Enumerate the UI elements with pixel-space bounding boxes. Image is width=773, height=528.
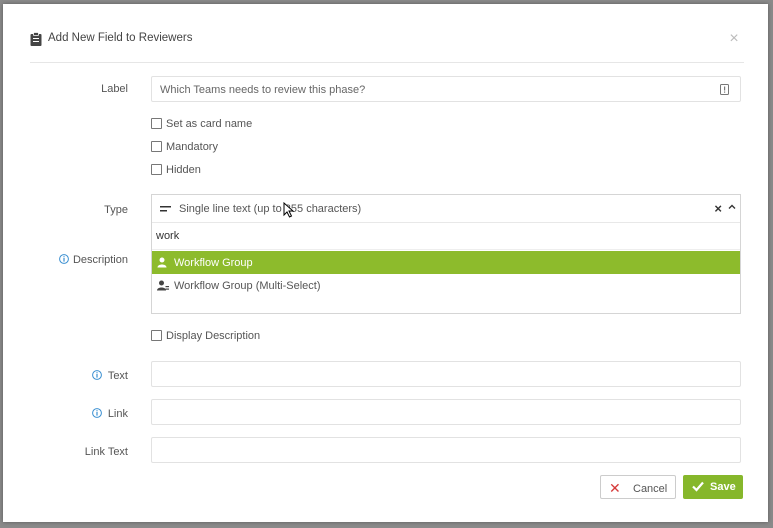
- description-label: Description: [72, 254, 128, 266]
- link-text-label: Link Text: [84, 446, 128, 458]
- text-expand-icon[interactable]: [720, 84, 729, 95]
- hidden-checkbox[interactable]: [151, 164, 162, 175]
- set-as-card-name-checkbox[interactable]: [151, 118, 162, 129]
- dialog-header: Add New Field to Reviewers ×: [30, 30, 744, 63]
- type-dropdown[interactable]: Single line text (up to 255 characters) …: [151, 194, 741, 314]
- single-line-text-icon: [160, 206, 171, 212]
- text-input[interactable]: [151, 361, 741, 387]
- link-text-input[interactable]: [151, 437, 741, 463]
- close-button[interactable]: ×: [727, 31, 741, 47]
- label-input[interactable]: Which Teams needs to review this phase?: [151, 76, 741, 102]
- check-icon: [692, 481, 704, 492]
- text-label: Text: [107, 370, 128, 382]
- save-button[interactable]: Save: [683, 475, 743, 499]
- user-icon: [157, 257, 167, 268]
- cancel-button[interactable]: ✕ Cancel: [600, 475, 676, 499]
- chevron-up-icon[interactable]: [728, 203, 736, 211]
- add-field-dialog: Add New Field to Reviewers × Label Which…: [3, 4, 768, 522]
- option-label: Workflow Group: [174, 257, 253, 269]
- option-label: Workflow Group (Multi-Select): [174, 280, 321, 292]
- save-label: Save: [710, 481, 736, 493]
- type-search-input[interactable]: work: [152, 223, 740, 250]
- type-selected-value: Single line text (up to 255 characters): [179, 203, 362, 215]
- link-label: Link: [107, 408, 128, 420]
- link-input[interactable]: [151, 399, 741, 425]
- display-description-label: Display Description: [166, 330, 261, 342]
- users-icon: [157, 280, 169, 291]
- cancel-label: Cancel: [633, 483, 668, 495]
- mandatory-label: Mandatory: [166, 141, 218, 153]
- mouse-cursor-icon: [283, 202, 294, 218]
- type-label: Type: [104, 204, 128, 216]
- mandatory-checkbox[interactable]: [151, 141, 162, 152]
- option-workflow-group[interactable]: Workflow Group: [152, 251, 740, 274]
- type-search-value: work: [156, 230, 180, 242]
- cancel-x-icon: ✕: [609, 480, 621, 496]
- label-field-label: Label: [101, 83, 128, 95]
- type-select[interactable]: Single line text (up to 255 characters) …: [152, 195, 740, 223]
- set-as-card-name-label: Set as card name: [166, 118, 253, 130]
- label-input-value: Which Teams needs to review this phase?: [160, 84, 366, 96]
- clear-selection-button[interactable]: ×: [714, 201, 722, 216]
- clipboard-icon: [30, 32, 42, 46]
- hidden-label: Hidden: [166, 164, 201, 176]
- option-workflow-group-multi[interactable]: Workflow Group (Multi-Select): [152, 274, 740, 297]
- display-description-checkbox[interactable]: [151, 330, 162, 341]
- dialog-title: Add New Field to Reviewers: [48, 32, 193, 44]
